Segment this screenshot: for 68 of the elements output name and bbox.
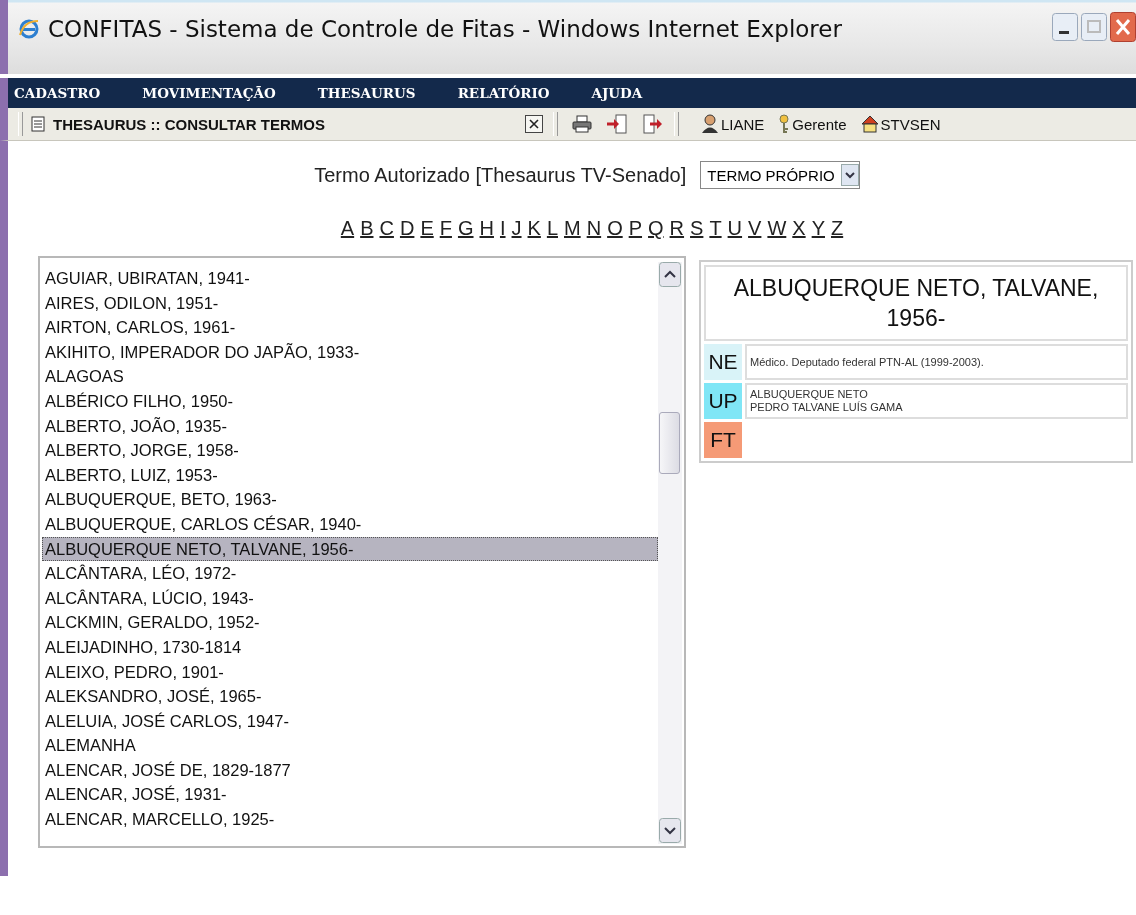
term-item[interactable]: ALEIJADINHO, 1730-1814 — [42, 634, 658, 660]
term-item[interactable]: ALBUQUERQUE, CARLOS CÉSAR, 1940- — [42, 511, 658, 537]
letter-link[interactable]: F — [439, 217, 452, 240]
letter-link[interactable]: C — [379, 217, 394, 240]
menu-item[interactable]: CADASTRO — [14, 81, 101, 105]
letter-link[interactable]: Z — [831, 217, 844, 240]
term-item[interactable]: AIRTON, CARLOS, 1961- — [42, 315, 658, 340]
term-item[interactable]: ALBERTO, LUIZ, 1953- — [42, 462, 658, 488]
field-value: ALBUQUERQUE NETO — [750, 388, 869, 401]
page-title: THESAURUS :: CONSULTAR TERMOS — [53, 115, 325, 133]
letter-link[interactable]: J — [511, 217, 522, 240]
term-item[interactable]: ALBUQUERQUE NETO, TALVANE, 1956- — [42, 536, 658, 562]
letter-link[interactable]: N — [586, 217, 602, 240]
letter-link[interactable]: M — [564, 217, 581, 240]
letter-link[interactable]: V — [748, 217, 762, 240]
term-heading: ALBUQUERQUE NETO, TALVANE, 1956- — [704, 265, 1128, 341]
term-item[interactable]: ALBÉRICO FILHO, 1950- — [42, 388, 658, 414]
letter-link[interactable]: U — [727, 217, 743, 240]
term-type-select[interactable]: TERMO PRÓPRIO — [700, 161, 860, 189]
letter-link[interactable]: G — [457, 217, 474, 240]
term-item[interactable]: AIRES, ODILON, 1951- — [42, 290, 658, 316]
letter-link[interactable]: E — [420, 217, 434, 240]
term-item[interactable]: ALCKMIN, GERALDO, 1952- — [42, 610, 658, 635]
letter-link[interactable]: Y — [811, 217, 825, 240]
term-item[interactable]: AGUIAR, UBIRATAN, 1941- — [42, 266, 658, 291]
term-item[interactable]: AKIHITO, IMPERADOR DO JAPÃO, 1933- — [42, 339, 658, 365]
menu-item[interactable]: AJUDA — [591, 81, 643, 105]
term-item[interactable]: ALBERTO, JOÃO, 1935- — [42, 413, 658, 439]
letter-link[interactable]: A — [340, 217, 355, 240]
letter-link[interactable]: S — [690, 217, 704, 240]
letter-link[interactable]: H — [479, 217, 494, 240]
term-item[interactable]: ALENCAR, JOSÉ DE, 1829-1877 — [42, 757, 658, 783]
user-role[interactable]: Gerente — [792, 115, 847, 133]
letter-link[interactable]: I — [499, 217, 506, 240]
letter-link[interactable]: D — [399, 217, 415, 240]
letter-link[interactable]: B — [360, 217, 374, 240]
term-item[interactable]: ALENCAR, JOSÉ, 1931- — [42, 782, 658, 808]
filter-label: Termo Autorizado [Thesaurus TV-Senado] — [314, 163, 687, 187]
letter-link[interactable]: Q — [648, 217, 664, 240]
menu-item[interactable]: THESAURUS — [317, 81, 416, 105]
field-value: Médico. Deputado federal PTN-AL (1999-2003). — [750, 355, 985, 369]
window-title: CONFITAS - Sistema de Controle de Fitas - Windows Internet Explorer — [48, 15, 842, 44]
field-code: NE — [704, 344, 742, 380]
term-item[interactable]: ALELUIA, JOSÉ CARLOS, 1947- — [42, 708, 658, 734]
term-item[interactable]: ALCÂNTARA, LÉO, 1972- — [42, 561, 658, 586]
term-item[interactable]: ALAGOAS — [42, 364, 658, 389]
field-code: FT — [704, 422, 742, 458]
menu-item[interactable]: RELATÓRIO — [457, 81, 550, 105]
letter-link[interactable]: W — [767, 217, 787, 240]
menu-item[interactable]: MOVIMENTAÇÃO — [142, 81, 276, 105]
term-item[interactable]: ALEKSANDRO, JOSÉ, 1965- — [42, 684, 658, 709]
term-item[interactable]: ALCÂNTARA, LÚCIO, 1943- — [42, 585, 658, 611]
letter-link[interactable]: R — [669, 217, 685, 240]
term-item[interactable]: ALEIXO, PEDRO, 1901- — [42, 659, 658, 685]
letter-link[interactable]: L — [546, 217, 558, 240]
letter-link[interactable]: P — [628, 217, 643, 240]
letter-link[interactable]: X — [792, 217, 806, 240]
field-code: UP — [704, 383, 742, 419]
field-value: PEDRO TALVANE LUÍS GAMA — [750, 401, 904, 414]
user-name[interactable]: LIANE — [720, 115, 765, 133]
letter-link[interactable]: K — [527, 217, 541, 240]
term-item[interactable]: ALENCAR, MARCELLO, 1925- — [42, 807, 658, 832]
letter-link[interactable]: T — [709, 217, 722, 240]
unit-name[interactable]: STVSEN — [880, 115, 941, 133]
letter-link[interactable]: O — [607, 217, 623, 240]
term-item[interactable]: ALBERTO, JORGE, 1958- — [42, 438, 658, 463]
term-item[interactable]: ALBUQUERQUE, BETO, 1963- — [42, 487, 658, 512]
term-item[interactable]: ALEMANHA — [42, 733, 658, 758]
